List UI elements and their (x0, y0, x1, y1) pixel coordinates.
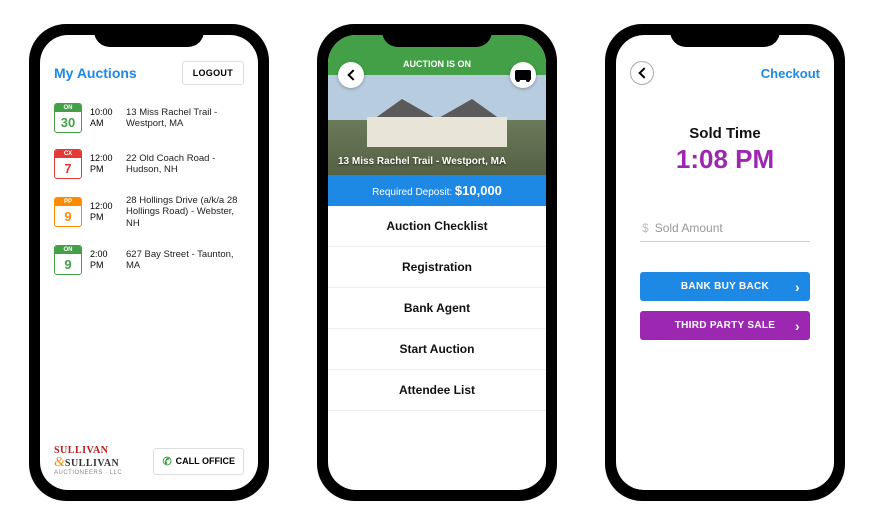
deposit-amount: $10,000 (455, 183, 502, 198)
status-text: AUCTION IS ON (403, 59, 471, 69)
auction-list: ON 30 10:00 AM 13 Miss Rachel Trail - We… (40, 95, 258, 436)
auction-time: 12:00 PM (90, 153, 118, 175)
call-office-button[interactable]: ✆ CALL OFFICE (153, 448, 244, 475)
menu-item-bank-agent[interactable]: Bank Agent (328, 288, 546, 329)
drive-button[interactable] (510, 62, 536, 88)
date-tag: PP (55, 198, 81, 206)
auction-time: 12:00 PM (90, 201, 118, 223)
logo-line2: SULLIVAN (65, 458, 119, 469)
deposit-label: Required Deposit: (372, 187, 452, 198)
chevron-left-icon (347, 69, 358, 80)
auction-address: 627 Bay Street - Taunton, MA (126, 249, 244, 272)
auction-row[interactable]: CX 7 12:00 PM 22 Old Coach Road - Hudson… (40, 141, 258, 187)
call-label: CALL OFFICE (176, 456, 235, 466)
back-button[interactable] (630, 61, 654, 85)
logo-ampersand: & (54, 455, 65, 470)
deposit-bar: Required Deposit: $10,000 (328, 175, 546, 206)
date-tag: CX (55, 150, 81, 158)
menu-item-attendee-list[interactable]: Attendee List (328, 370, 546, 411)
status-banner: AUCTION IS ON (328, 35, 546, 75)
date-day: 30 (61, 112, 75, 132)
header: My Auctions LOGOUT (40, 35, 258, 95)
footer: SULLIVAN &SULLIVAN AUCTIONEERS · LLC ✆ C… (40, 436, 258, 490)
menu-item-start-auction[interactable]: Start Auction (328, 329, 546, 370)
input-placeholder: Sold Amount (655, 221, 723, 235)
date-tag: ON (55, 246, 81, 254)
auction-time: 10:00 AM (90, 107, 118, 129)
phone-auction-detail: AUCTION IS ON 13 Miss Rachel Trail - Wes… (318, 25, 556, 500)
menu-list: Auction Checklist Registration Bank Agen… (328, 206, 546, 490)
sold-time-label: Sold Time (689, 125, 760, 142)
auction-time: 2:00 PM (90, 249, 118, 271)
checkout-link[interactable]: Checkout (761, 66, 820, 81)
sold-amount-input[interactable]: $ Sold Amount (640, 215, 810, 242)
logo-subtitle: AUCTIONEERS · LLC (54, 470, 122, 476)
auction-address: 22 Old Coach Road - Hudson, NH (126, 153, 244, 176)
bank-buy-back-button[interactable]: BANK BUY BACK (640, 272, 810, 301)
phone-checkout: Checkout Sold Time 1:08 PM $ Sold Amount… (606, 25, 844, 500)
menu-item-registration[interactable]: Registration (328, 247, 546, 288)
dollar-icon: $ (642, 221, 649, 235)
back-button[interactable] (338, 62, 364, 88)
company-logo: SULLIVAN &SULLIVAN AUCTIONEERS · LLC (54, 446, 122, 476)
page-title: My Auctions (54, 65, 137, 81)
auction-address: 13 Miss Rachel Trail - Westport, MA (126, 107, 244, 130)
date-day: 7 (64, 158, 71, 178)
car-icon (515, 70, 531, 80)
chevron-left-icon (638, 67, 649, 78)
phone-icon: ✆ (162, 455, 171, 468)
auction-row[interactable]: PP 9 12:00 PM 28 Hollings Drive (a/k/a 2… (40, 187, 258, 237)
third-party-sale-button[interactable]: THIRD PARTY SALE (640, 311, 810, 340)
auction-row[interactable]: ON 9 2:00 PM 627 Bay Street - Taunton, M… (40, 237, 258, 283)
logout-button[interactable]: LOGOUT (182, 61, 244, 85)
date-day: 9 (64, 254, 71, 274)
date-badge: ON 30 (54, 103, 82, 133)
date-badge: PP 9 (54, 197, 82, 227)
header: Checkout (616, 35, 834, 95)
checkout-body: Sold Time 1:08 PM $ Sold Amount BANK BUY… (616, 95, 834, 490)
phone-my-auctions: My Auctions LOGOUT ON 30 10:00 AM 13 Mis… (30, 25, 268, 500)
property-hero: 13 Miss Rachel Trail - Westport, MA (328, 75, 546, 175)
auction-address: 28 Hollings Drive (a/k/a 28 Hollings Roa… (126, 195, 244, 229)
date-day: 9 (64, 206, 71, 226)
date-badge: ON 9 (54, 245, 82, 275)
house-image (367, 99, 507, 147)
menu-item-checklist[interactable]: Auction Checklist (328, 206, 546, 247)
date-tag: ON (55, 104, 81, 112)
date-badge: CX 7 (54, 149, 82, 179)
sold-time-value: 1:08 PM (676, 144, 774, 175)
property-address: 13 Miss Rachel Trail - Westport, MA (328, 156, 516, 175)
auction-row[interactable]: ON 30 10:00 AM 13 Miss Rachel Trail - We… (40, 95, 258, 141)
